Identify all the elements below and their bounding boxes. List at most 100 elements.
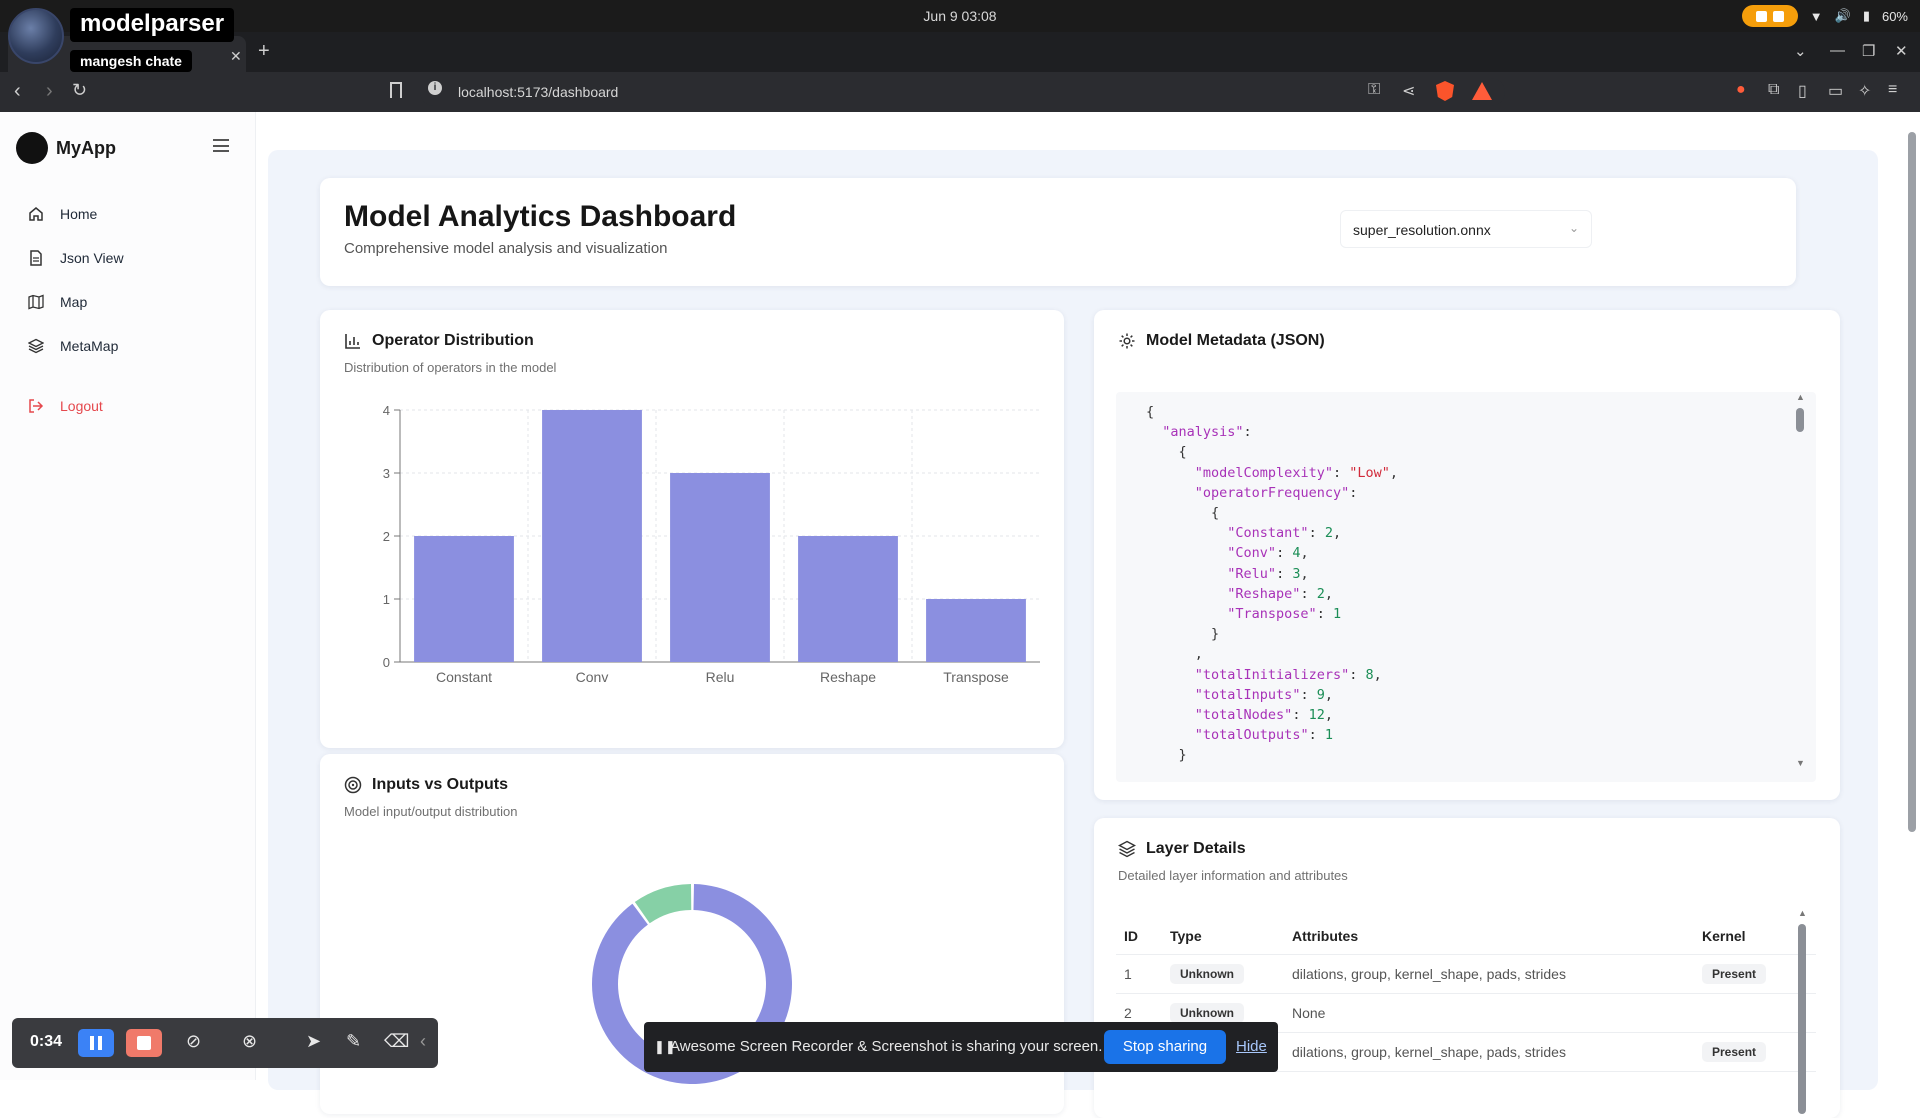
eraser-icon[interactable]: ⌫: [384, 1031, 409, 1052]
forward-icon[interactable]: ›: [46, 80, 53, 103]
card-title: Model Metadata (JSON): [1146, 332, 1325, 349]
share-icon[interactable]: ⋖: [1402, 81, 1420, 100]
bar-conv[interactable]: [542, 410, 642, 662]
sidebar-toggle-icon[interactable]: ▯: [1798, 81, 1816, 100]
operator-bar-chart: 0 1 2 3 4 Constant Conv Relu Reshape Transpose: [383, 403, 1040, 685]
bar-transpose[interactable]: [926, 599, 1026, 662]
page-scrollbar[interactable]: [1908, 132, 1916, 1080]
card-title: Layer Details: [1146, 840, 1246, 857]
bar-chart-icon: [345, 334, 360, 349]
reload-icon[interactable]: ↻: [72, 80, 87, 101]
json-total-inputs: 9: [1316, 686, 1325, 703]
column-header-attributes[interactable]: Attributes: [1284, 918, 1694, 955]
table-scrollbar[interactable]: ▲: [1798, 908, 1807, 1118]
pen-icon[interactable]: ✎: [346, 1031, 361, 1052]
sidebar-item-label: Json View: [60, 250, 124, 266]
layers-icon: [28, 338, 44, 354]
gear-icon: [1119, 333, 1135, 349]
os-top-bar: Jun 9 03:08 ▼ 🔊 ▮ 60%: [0, 0, 1920, 32]
json-scrollbar[interactable]: ▲ ▼: [1796, 392, 1805, 772]
page-subtitle: Comprehensive model analysis and visuali…: [344, 240, 668, 257]
key-icon[interactable]: ⚿: [1368, 81, 1386, 99]
hamburger-icon[interactable]: [213, 139, 229, 152]
os-clock[interactable]: Jun 9 03:08: [0, 8, 1920, 24]
sidebar-item-label: Home: [60, 206, 98, 222]
new-tab-icon[interactable]: +: [258, 40, 270, 63]
extensions-icon[interactable]: ⧉: [1768, 81, 1786, 99]
recording-indicator-icon[interactable]: [1741, 5, 1798, 27]
brand-name: MyApp: [56, 138, 116, 158]
url-text[interactable]: localhost:5173/dashboard: [458, 84, 618, 100]
hide-link[interactable]: Hide: [1236, 1038, 1267, 1055]
json-model-complexity: "Low": [1349, 464, 1390, 481]
json-constant: 2: [1324, 525, 1333, 542]
collapse-icon[interactable]: ‹: [420, 1031, 426, 1052]
sidebar-item-json-view[interactable]: Json View: [0, 240, 256, 276]
page-scroll-thumb[interactable]: [1908, 132, 1916, 832]
battery-icon[interactable]: ▮: [1863, 8, 1870, 24]
table-scroll-thumb[interactable]: [1798, 924, 1806, 1114]
kernel-badge: Present: [1702, 964, 1767, 984]
mic-off-icon[interactable]: ⊗: [242, 1031, 257, 1052]
chevron-down-icon: ⌄: [1568, 221, 1579, 235]
json-scroll-thumb[interactable]: [1796, 408, 1804, 432]
cell-id: 1: [1116, 954, 1162, 994]
wifi-icon[interactable]: ▼: [1810, 9, 1823, 24]
json-reshape: 2: [1316, 585, 1325, 602]
donut-slice-outputs[interactable]: [634, 884, 692, 924]
json-transpose: 1: [1332, 606, 1342, 623]
system-tray: ▼ 🔊 ▮ 60%: [1741, 5, 1908, 27]
bar-relu[interactable]: [670, 473, 770, 662]
sidebar-item-map[interactable]: Map: [0, 284, 256, 320]
restore-icon[interactable]: ❐: [1862, 42, 1875, 60]
column-header-id[interactable]: ID: [1116, 918, 1162, 955]
bookmark-icon[interactable]: [390, 82, 402, 98]
file-icon: [30, 250, 42, 266]
site-info-icon[interactable]: i: [428, 81, 442, 95]
main-content: Model Analytics Dashboard Comprehensive …: [256, 112, 1920, 1118]
column-header-type[interactable]: Type: [1162, 918, 1284, 955]
wallet-icon[interactable]: ▭: [1828, 81, 1846, 100]
y-tick-label: 2: [383, 529, 390, 544]
y-tick-label: 4: [383, 403, 390, 418]
json-viewer[interactable]: { "analysis": { "modelComplexity": "Low"…: [1116, 392, 1816, 782]
json-total-initializers: 8: [1365, 666, 1374, 683]
pause-button[interactable]: [78, 1029, 114, 1057]
share-message: Awesome Screen Recorder & Screenshot is …: [670, 1038, 1103, 1055]
back-icon[interactable]: ‹: [14, 80, 21, 103]
browser-tab-strip: ✕ + ⌄ — ❐ ✕: [0, 32, 1920, 72]
model-select[interactable]: super_resolution.onnx ⌄: [1340, 210, 1592, 248]
stop-sharing-button[interactable]: Stop sharing: [1104, 1030, 1226, 1064]
sidebar-item-metamap[interactable]: MetaMap: [0, 328, 256, 364]
operator-distribution-card: Operator Distribution Distribution of op…: [320, 310, 1064, 748]
x-tick-label: Conv: [576, 669, 609, 685]
tab-list-icon[interactable]: ⌄: [1794, 42, 1807, 60]
table-row[interactable]: 1 Unknown dilations, group, kernel_shape…: [1116, 954, 1816, 994]
stop-button[interactable]: [126, 1029, 162, 1057]
x-tick-label: Transpose: [943, 669, 1009, 685]
avatar: [8, 8, 64, 64]
y-tick-label: 3: [383, 466, 390, 481]
camera-off-icon[interactable]: ⊘: [186, 1031, 201, 1052]
sidebar: MyApp Home Json View Map MetaMap Logout: [0, 112, 256, 1080]
sidebar-item-label: Map: [60, 294, 88, 310]
home-icon: [29, 207, 43, 221]
close-window-icon[interactable]: ✕: [1895, 42, 1908, 60]
cursor-icon[interactable]: ➤: [306, 1031, 321, 1052]
bar-constant[interactable]: [414, 536, 514, 662]
json-total-nodes: 12: [1308, 707, 1325, 724]
cell-attributes: dilations, group, kernel_shape, pads, st…: [1284, 1032, 1694, 1072]
bar-reshape[interactable]: [798, 536, 898, 662]
menu-icon[interactable]: ≡: [1888, 81, 1906, 99]
brand-logo: [16, 132, 48, 164]
y-tick-label: 1: [383, 592, 390, 607]
leo-icon[interactable]: ✧: [1858, 81, 1876, 100]
cell-attributes: dilations, group, kernel_shape, pads, st…: [1284, 954, 1694, 994]
volume-icon[interactable]: 🔊: [1835, 8, 1851, 24]
recorder-extension-icon[interactable]: ●: [1736, 81, 1754, 99]
sidebar-item-home[interactable]: Home: [0, 196, 256, 232]
kernel-badge: Present: [1702, 1042, 1767, 1062]
minimize-icon[interactable]: —: [1830, 42, 1845, 59]
x-tick-label: Reshape: [820, 669, 876, 685]
sidebar-item-logout[interactable]: Logout: [0, 388, 256, 424]
